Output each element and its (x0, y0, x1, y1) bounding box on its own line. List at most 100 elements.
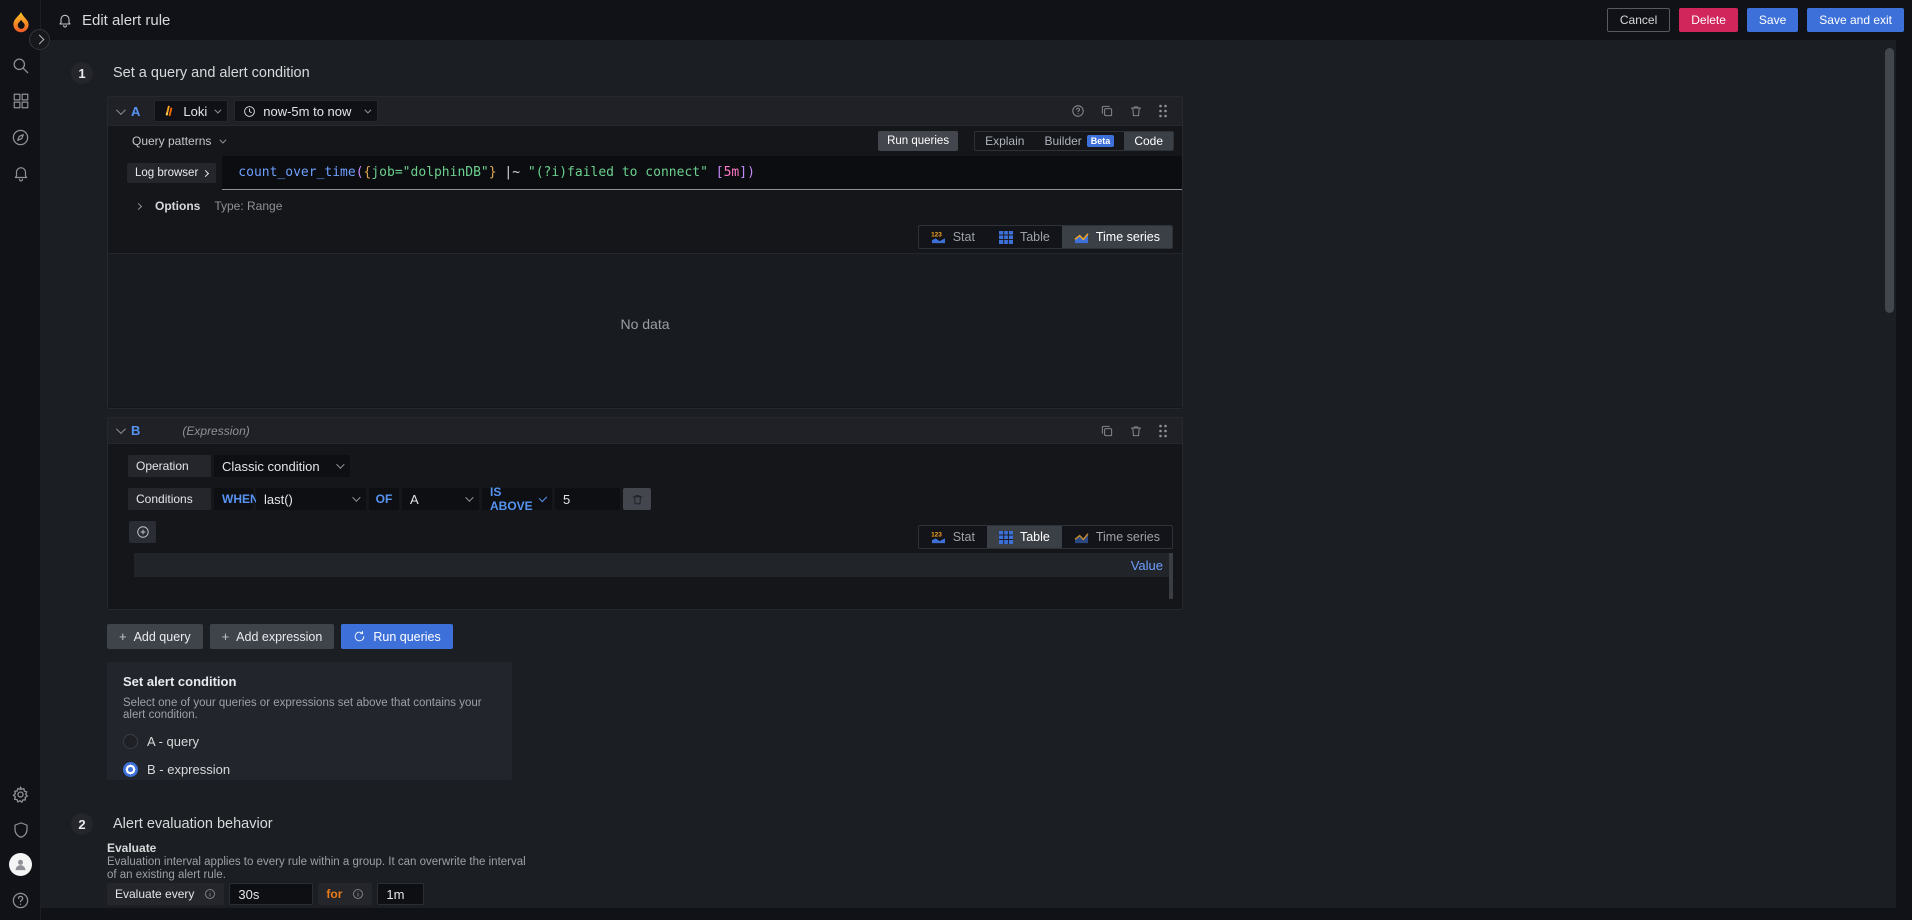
delete-button[interactable]: Delete (1679, 8, 1738, 32)
run-queries-button[interactable]: Run queries (341, 624, 453, 649)
query-a-visualization: No data (108, 253, 1182, 407)
drag-handle-icon[interactable] (1158, 424, 1168, 438)
save-button[interactable]: Save (1746, 8, 1799, 32)
vis-tab-stat-b[interactable]: 123 Stat (919, 526, 987, 548)
query-token: count_over_time (238, 165, 356, 180)
vis-toggle-b: 123 Stat Table Time series (917, 525, 1173, 549)
query-token: 5m (723, 165, 740, 180)
query-a-header: A Loki now-5m to now (108, 97, 1182, 126)
admin-shield-icon[interactable] (0, 813, 41, 847)
query-token: job="dolphinDB" (371, 165, 489, 180)
table-mini-scrollbar[interactable] (1169, 553, 1173, 599)
evaluate-description: Evaluation interval applies to every rul… (107, 856, 526, 881)
run-queries-small-button[interactable]: Run queries (878, 131, 959, 151)
info-icon[interactable] (352, 888, 364, 900)
topbar: Edit alert rule Cancel Delete Save Save … (41, 0, 1912, 40)
editor-mode-toggle: Explain Builder Beta Code (974, 131, 1174, 151)
evaluator-select[interactable]: IS ABOVE (482, 485, 552, 513)
dashboards-icon[interactable] (0, 84, 41, 118)
plus-icon: + (119, 629, 127, 644)
mode-code[interactable]: Code (1124, 132, 1173, 150)
add-expression-button[interactable]: + Add expression (209, 624, 335, 649)
reducer-function-select[interactable]: last() (256, 488, 366, 510)
expression-ref-label: B (131, 423, 141, 438)
plus-icon: + (221, 629, 230, 644)
collapse-chevron-icon[interactable] (115, 104, 126, 115)
query-token: |~ (496, 165, 528, 180)
vis-toggle-a: 123 Stat Table Time series (917, 225, 1173, 249)
add-query-button[interactable]: + Add query (107, 624, 203, 649)
options-expand-chevron[interactable] (134, 202, 143, 210)
for-label: for (326, 887, 343, 901)
conditions-label: Conditions (128, 488, 211, 510)
cancel-button[interactable]: Cancel (1606, 8, 1671, 32)
condition-query-select[interactable]: A (402, 488, 479, 510)
main-content: 1 Set a query and alert condition A Loki (41, 40, 1896, 908)
svg-text:123: 123 (931, 231, 942, 238)
settings-gear-icon[interactable] (0, 777, 41, 811)
explore-compass-icon[interactable] (0, 120, 41, 154)
vertical-scrollbar[interactable] (1885, 48, 1894, 313)
section-2-title: Alert evaluation behavior (113, 816, 273, 832)
radio-selected-icon[interactable] (123, 762, 138, 777)
value-column-header[interactable]: Value (1131, 558, 1163, 573)
condition-option-a-label: A - query (147, 734, 200, 749)
duplicate-expression-icon[interactable] (1100, 424, 1114, 438)
vis-tab-timeseries-a[interactable]: Time series (1061, 226, 1172, 248)
vis-tab-stat-a[interactable]: 123 Stat (919, 226, 987, 248)
loki-logo-icon (166, 105, 173, 117)
condition-card-title: Set alert condition (123, 674, 237, 689)
add-condition-button[interactable] (129, 521, 156, 543)
vis-tab-table-a[interactable]: Table (987, 226, 1062, 248)
vis-tab-timeseries-b[interactable]: Time series (1062, 526, 1172, 548)
for-duration-input[interactable] (377, 883, 425, 905)
time-series-icon (1074, 232, 1089, 243)
time-range-value: now-5m to now (263, 103, 352, 119)
query-ref-label: A (131, 103, 141, 119)
duplicate-query-icon[interactable] (1100, 104, 1114, 118)
info-icon[interactable] (204, 888, 216, 900)
condition-card-description: Select one of your queries or expression… (123, 697, 482, 721)
stat-icon: 123 (931, 531, 945, 543)
remove-condition-button[interactable] (623, 488, 651, 510)
sidebar-expand-button[interactable] (29, 29, 50, 50)
for-label-box: for (318, 883, 373, 905)
save-and-exit-button[interactable]: Save and exit (1807, 8, 1904, 32)
query-patterns-button[interactable]: Query patterns (132, 134, 227, 148)
search-icon[interactable] (0, 48, 41, 82)
remove-expression-trash-icon[interactable] (1129, 424, 1143, 438)
no-data-message: No data (620, 316, 670, 332)
table-icon (998, 230, 1013, 244)
profile-avatar[interactable] (0, 847, 41, 881)
options-toggle[interactable]: Options (155, 199, 200, 213)
stat-icon: 123 (931, 231, 945, 243)
expression-kind-label: (Expression) (182, 423, 250, 438)
query-token: } (488, 165, 497, 180)
alert-rule-bell-icon (59, 14, 71, 28)
drag-handle-icon[interactable] (1158, 104, 1168, 118)
alerting-bell-icon[interactable] (0, 156, 41, 190)
time-range-picker[interactable]: now-5m to now (234, 100, 379, 122)
radio-unselected-icon[interactable] (123, 734, 138, 749)
evaluate-every-label-box: Evaluate every (107, 883, 225, 905)
help-icon[interactable] (0, 883, 41, 917)
svg-text:123: 123 (931, 531, 942, 538)
threshold-input[interactable] (555, 488, 620, 510)
datasource-picker[interactable]: Loki (154, 100, 229, 122)
operation-select[interactable]: Classic condition (214, 455, 350, 477)
remove-query-trash-icon[interactable] (1129, 104, 1143, 118)
query-code-input[interactable]: count_over_time({job="dolphinDB"} |~ "(?… (222, 156, 1182, 190)
clock-icon (244, 105, 256, 117)
log-browser-button[interactable]: Log browser (127, 163, 217, 183)
query-token: ( (355, 165, 364, 180)
mode-explain[interactable]: Explain (975, 132, 1034, 150)
evaluate-every-input[interactable] (229, 883, 314, 905)
query-help-icon[interactable] (1071, 104, 1085, 118)
condition-option-a[interactable]: A - query (123, 734, 496, 749)
mode-builder[interactable]: Builder Beta (1034, 132, 1124, 150)
condition-option-b[interactable]: B - expression (123, 762, 496, 777)
section-1-title: Set a query and alert condition (113, 65, 310, 81)
collapse-chevron-icon[interactable] (115, 424, 126, 435)
condition-option-b-label: B - expression (147, 762, 231, 777)
vis-tab-table-b[interactable]: Table (986, 526, 1062, 548)
